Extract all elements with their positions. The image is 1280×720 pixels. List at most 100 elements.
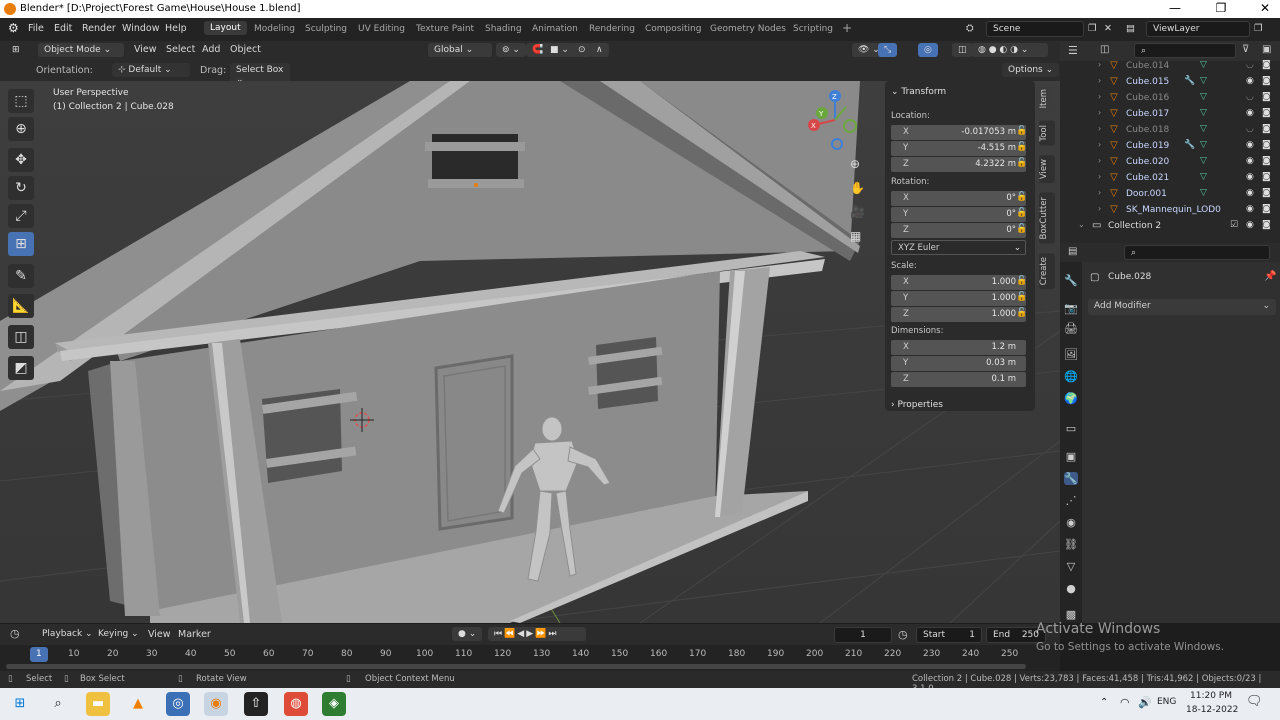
checkbox-icon[interactable]: ☑ <box>1230 220 1238 230</box>
tool-tab-icon[interactable]: 🔧 <box>1064 274 1078 287</box>
tab-uv-editing[interactable]: UV Editing <box>358 24 405 34</box>
gizmo-toggle-icon[interactable]: ⤡ <box>878 43 898 57</box>
lock-icon[interactable]: 🔓 <box>1016 276 1027 286</box>
scale-z-field[interactable]: Z 1.000 <box>891 307 1026 322</box>
menu-window[interactable]: Window <box>122 23 159 34</box>
tab-texture-paint[interactable]: Texture Paint <box>416 24 474 34</box>
app-icon-2[interactable]: ◈ <box>322 692 346 716</box>
lock-icon[interactable]: 🔓 <box>1016 142 1027 152</box>
snap-target-icon[interactable]: ■ ⌄ <box>544 43 575 57</box>
menu-help[interactable]: Help <box>165 23 187 34</box>
add-cube-tool-icon[interactable]: ◫ <box>8 325 34 349</box>
expand-icon[interactable]: › <box>1098 92 1101 101</box>
tab-compositing[interactable]: Compositing <box>645 24 701 34</box>
camera-icon[interactable]: ◙ <box>1262 92 1271 102</box>
tab-create[interactable]: Create <box>1039 253 1055 290</box>
record-icon[interactable]: ● ⌄ <box>452 627 483 641</box>
lock-icon[interactable]: 🔓 <box>1016 292 1027 302</box>
collection-tab-icon[interactable]: ▭ <box>1064 422 1078 435</box>
dimensions-x-field[interactable]: X 1.2 m <box>891 340 1026 355</box>
rotation-mode-dropdown[interactable]: XYZ Euler ⌄ <box>891 240 1026 255</box>
properties-editor-icon[interactable]: ▤ <box>1068 246 1077 257</box>
camera-icon[interactable]: ◙ <box>1262 108 1271 118</box>
camera-icon[interactable]: ◙ <box>1262 172 1271 182</box>
clock-icon[interactable]: ◷ <box>898 628 908 641</box>
expand-icon[interactable]: › <box>1098 76 1101 85</box>
physics-tab-icon[interactable]: ◉ <box>1064 516 1078 529</box>
scale-y-field[interactable]: Y 1.000 <box>891 291 1026 306</box>
duplicate-view-layer-icon[interactable]: ❐ <box>1254 23 1263 34</box>
notification-icon[interactable]: 🗨 <box>1246 694 1263 709</box>
outliner-row[interactable]: › ▽ Cube.020 ▽ ◉ ◙ <box>1060 155 1280 171</box>
tab-tool[interactable]: Tool <box>1039 121 1055 146</box>
zoom-icon[interactable]: ⊕ <box>850 157 860 171</box>
hidden-eye-icon[interactable]: ◡ <box>1246 60 1254 70</box>
expand-icon[interactable]: › <box>1098 172 1101 181</box>
collapse-icon[interactable]: ⌄ <box>1078 220 1085 229</box>
volume-icon[interactable]: 🔊 <box>1138 696 1152 709</box>
expand-icon[interactable]: › <box>1098 156 1101 165</box>
pivot-point-icon[interactable]: ⊚ ⌄ <box>496 43 526 57</box>
shading-mode-icons[interactable]: ◍ ● ◐ ◑ ⌄ <box>972 43 1048 57</box>
remove-scene-icon[interactable]: ✕ <box>1104 23 1112 34</box>
viewport-menu-add[interactable]: Add <box>202 44 220 55</box>
eye-icon[interactable]: ◉ <box>1246 108 1254 118</box>
timeline-menu-view[interactable]: View <box>148 629 171 640</box>
eye-icon[interactable]: ◉ <box>1246 156 1254 166</box>
camera-icon[interactable]: ◙ <box>1262 124 1271 134</box>
camera-icon[interactable]: ◙ <box>1262 204 1271 214</box>
properties-section-header[interactable]: › Properties <box>891 400 943 410</box>
display-mode-icon[interactable]: ◫ <box>1100 44 1109 55</box>
expand-icon[interactable]: › <box>1098 60 1101 69</box>
outliner-row[interactable]: › ▽ Cube.019 🔧 ▽ ◉ ◙ <box>1060 139 1280 155</box>
search-icon[interactable]: ⌕ <box>46 692 70 716</box>
lock-icon[interactable]: 🔓 <box>1016 208 1027 218</box>
lock-icon[interactable]: 🔓 <box>1016 126 1027 136</box>
lock-icon[interactable]: 🔓 <box>1016 308 1027 318</box>
language-indicator[interactable]: ENG <box>1157 697 1176 707</box>
file-explorer-icon[interactable]: ▬ <box>86 692 110 716</box>
location-y-field[interactable]: Y -4.515 m <box>891 141 1026 156</box>
camera-icon[interactable]: ◙ <box>1262 60 1271 70</box>
clock-date[interactable]: 18-12-2022 <box>1186 705 1238 715</box>
viewport-menu-view[interactable]: View <box>134 44 157 55</box>
start-frame-field[interactable]: Start 1 <box>916 627 982 643</box>
transform-orientation-dropdown[interactable]: Global ⌄ <box>428 43 492 57</box>
tab-boxcutter[interactable]: BoxCutter <box>1039 193 1055 244</box>
menu-edit[interactable]: Edit <box>54 23 72 34</box>
overlay-toggle-icon[interactable]: ◎ <box>918 43 938 57</box>
camera-view-icon[interactable]: 🎥 <box>850 205 865 219</box>
outliner-row[interactable]: › ▽ Cube.014 ▽ ◡ ◙ <box>1060 59 1280 75</box>
camera-icon[interactable]: ◙ <box>1262 156 1271 166</box>
orientation-dropdown[interactable]: ⊹ Default ⌄ <box>112 63 190 77</box>
eye-icon[interactable]: ◉ <box>1246 140 1254 150</box>
move-tool-icon[interactable]: ✥ <box>8 148 34 172</box>
pin-icon[interactable]: 📌 <box>1264 271 1276 282</box>
expand-icon[interactable]: › <box>1098 188 1101 197</box>
outliner-row[interactable]: › ▽ Cube.021 ▽ ◉ ◙ <box>1060 171 1280 187</box>
windows-start-icon[interactable]: ⊞ <box>8 692 32 716</box>
annotate-tool-icon[interactable]: ✎ <box>8 264 34 288</box>
upload-app-icon[interactable]: ⇧ <box>244 692 268 716</box>
tab-shading[interactable]: Shading <box>485 24 522 34</box>
lock-icon[interactable]: 🔓 <box>1016 158 1027 168</box>
vlc-icon[interactable]: ▲ <box>126 692 150 716</box>
tray-chevron-icon[interactable]: ⌃ <box>1100 697 1108 708</box>
viewport-menu-select[interactable]: Select <box>166 44 195 55</box>
measure-tool-icon[interactable]: 📐 <box>8 294 34 318</box>
outliner-collection-row[interactable]: ⌄ ▭ Collection 2 ☑ ◉ ◙ <box>1060 219 1280 235</box>
particles-tab-icon[interactable]: ⋰ <box>1064 494 1078 507</box>
wifi-icon[interactable]: ◠ <box>1120 696 1130 709</box>
properties-search-input[interactable]: ⌕ <box>1124 245 1270 260</box>
render-tab-icon[interactable]: 📷 <box>1064 302 1078 315</box>
dimensions-z-field[interactable]: Z 0.1 m <box>891 372 1026 387</box>
expand-icon[interactable]: › <box>1098 140 1101 149</box>
lock-icon[interactable]: 🔓 <box>1016 192 1027 202</box>
falloff-icon[interactable]: ∧ <box>590 43 609 57</box>
camera-icon[interactable]: ◙ <box>1262 220 1271 230</box>
dimensions-y-field[interactable]: Y 0.03 m <box>891 356 1026 371</box>
rotate-tool-icon[interactable]: ↻ <box>8 176 34 200</box>
outliner-row[interactable]: › ▽ Cube.018 ▽ ◡ ◙ <box>1060 123 1280 139</box>
material-tab-icon[interactable]: ● <box>1064 582 1078 595</box>
tab-item[interactable]: Item <box>1039 85 1055 113</box>
